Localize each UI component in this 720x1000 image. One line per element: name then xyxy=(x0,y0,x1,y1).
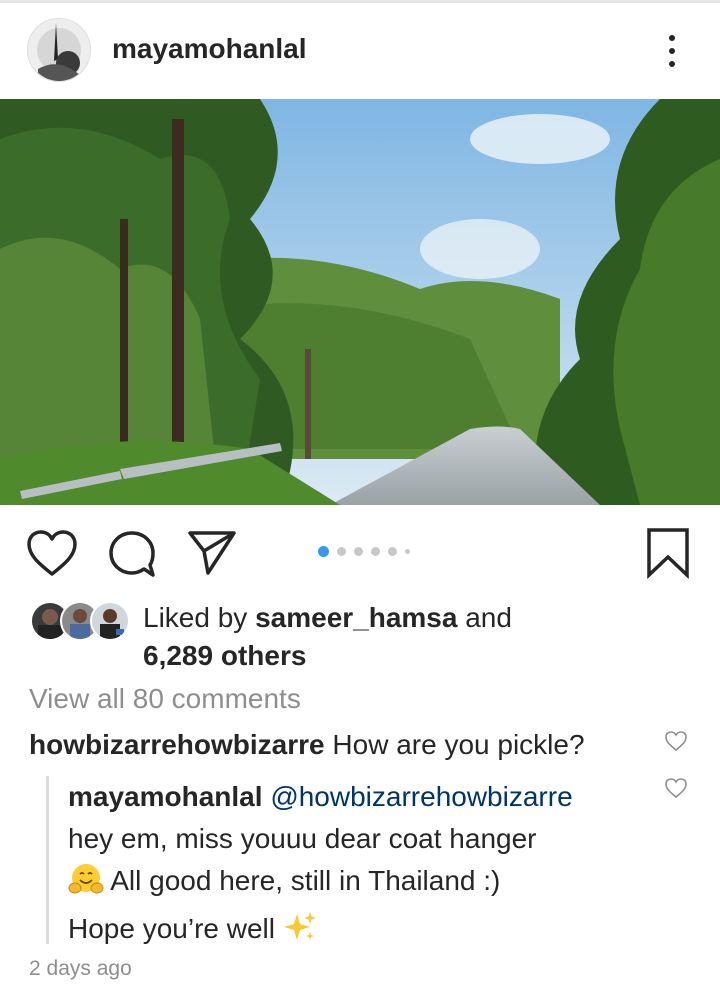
liker-avatar xyxy=(90,601,130,641)
more-dot xyxy=(669,61,675,67)
likes-others-count[interactable]: 6,289 others xyxy=(143,637,512,675)
comment-item: howbizarrehowbizarre How are you pickle? xyxy=(29,729,585,761)
carousel-dot xyxy=(354,546,363,556)
bookmark-icon[interactable] xyxy=(645,527,691,580)
carousel-dot xyxy=(337,546,346,556)
likes-prefix: Liked by xyxy=(143,602,248,633)
liker-avatars[interactable] xyxy=(30,601,130,641)
sparkles-emoji xyxy=(283,910,317,956)
carousel-dot xyxy=(388,546,397,556)
comment-like-heart-icon[interactable] xyxy=(664,730,688,752)
carousel-dot xyxy=(405,548,410,554)
reply-line-3: Hope you’re well xyxy=(68,913,275,944)
carousel-dot-active xyxy=(318,545,329,557)
reply-line-2-row: All good here, still in Thailand :) xyxy=(68,860,658,908)
carousel-indicator xyxy=(318,545,410,557)
profile-avatar[interactable] xyxy=(27,18,91,82)
paper-plane-icon[interactable] xyxy=(186,527,238,577)
reply-like-heart-icon[interactable] xyxy=(664,777,688,799)
post-header: mayamohanlal xyxy=(0,3,720,99)
carousel-dot xyxy=(371,546,380,556)
more-dot xyxy=(669,48,675,54)
likes-section: Liked by sameer_hamsa and 6,289 others xyxy=(0,591,720,675)
post-username[interactable]: mayamohanlal xyxy=(112,33,307,65)
view-all-comments-link[interactable]: View all 80 comments xyxy=(29,683,301,715)
comment-username[interactable]: howbizarrehowbizarre xyxy=(29,729,325,760)
likes-connector: and xyxy=(465,602,512,633)
likes-summary[interactable]: Liked by sameer_hamsa and 6,289 others xyxy=(143,599,512,675)
liker-username[interactable]: sameer_hamsa xyxy=(255,602,457,633)
reply-line-1: hey em, miss youuu dear coat hanger xyxy=(68,823,537,854)
comment-bubble-icon[interactable] xyxy=(106,529,158,579)
post-photo[interactable] xyxy=(0,99,720,505)
more-options-icon[interactable] xyxy=(654,29,690,73)
comment-text: How are you pickle? xyxy=(332,729,585,760)
reply-thread-line xyxy=(46,776,49,944)
reply-line-3-row: Hope you’re well xyxy=(68,908,658,956)
post-timestamp: 2 days ago xyxy=(29,957,132,980)
more-dot xyxy=(669,35,675,41)
heart-icon[interactable] xyxy=(26,529,78,577)
reply-mention[interactable]: @howbizarrehowbizarre xyxy=(270,781,572,812)
reply-header: mayamohanlal @howbizarrehowbizarre xyxy=(68,776,658,818)
hugging-face-emoji xyxy=(68,862,104,908)
reply-line-2: All good here, still in Thailand :) xyxy=(110,865,501,896)
reply-username[interactable]: mayamohanlal xyxy=(68,781,263,812)
reply-item: mayamohanlal @howbizarrehowbizarre hey e… xyxy=(68,776,658,956)
post-actions xyxy=(0,505,720,591)
